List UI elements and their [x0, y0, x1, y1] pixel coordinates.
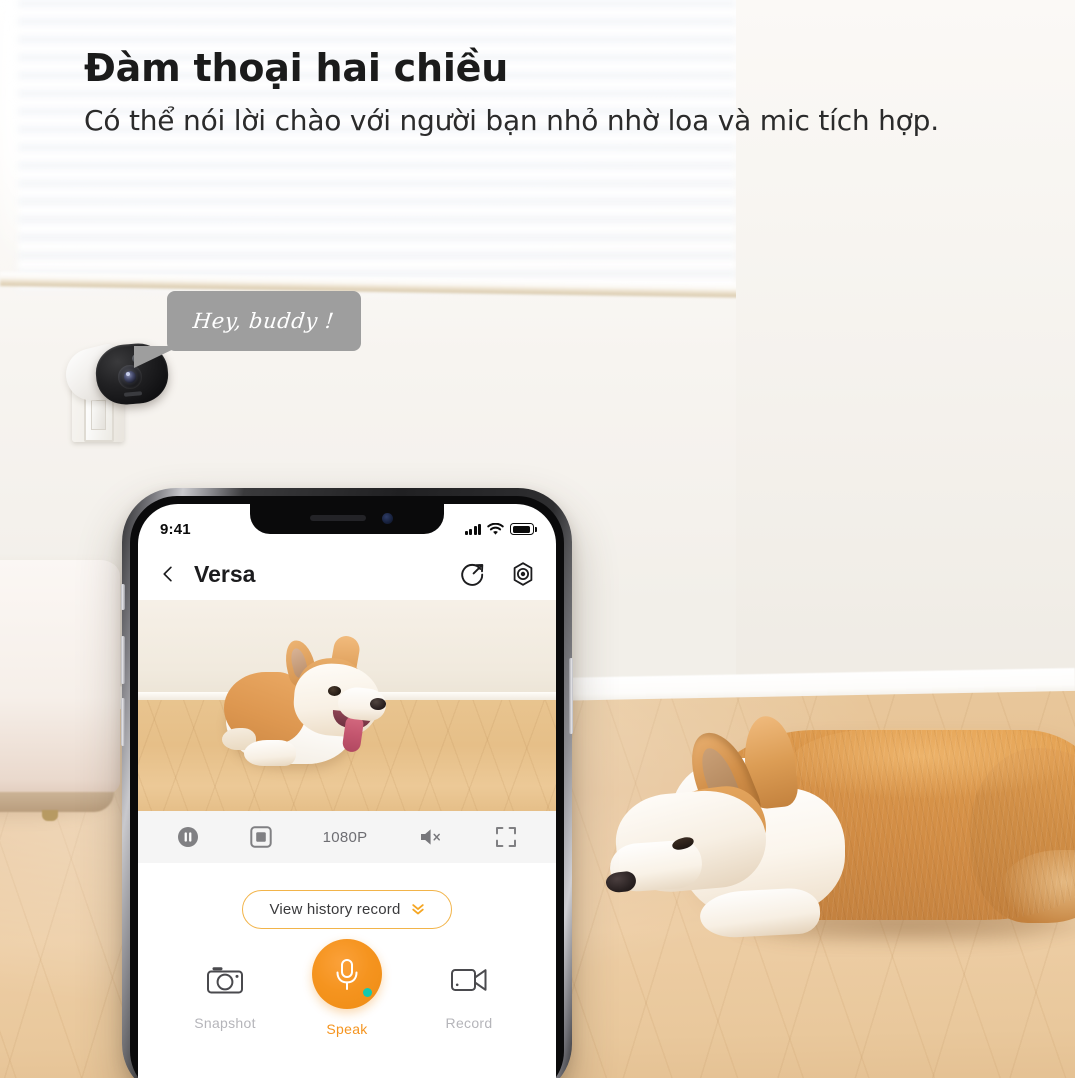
status-time: 9:41: [160, 520, 191, 538]
camera-lens-specular: [126, 372, 130, 376]
chevron-left-icon[interactable]: [158, 564, 178, 584]
battery-full-icon: [510, 523, 537, 535]
speech-bubble-text: Hey, buddy !: [192, 309, 336, 333]
app-bar: Versa: [138, 548, 556, 600]
front-camera-icon: [382, 513, 393, 524]
record-button[interactable]: Record: [421, 955, 517, 1031]
speaker-muted-icon: [421, 829, 441, 845]
phone-mockup: 9:41 Versa 1080P View history record Sna…: [121, 488, 573, 1078]
page-title: Đàm thoại hai chiều: [84, 46, 509, 90]
snapshot-button[interactable]: Snapshot: [177, 955, 273, 1031]
armchair-foot: [42, 810, 58, 821]
video-dog-nose: [370, 698, 386, 710]
live-video-feed[interactable]: [138, 600, 556, 811]
stop-square-icon: [250, 826, 272, 848]
armchair: [0, 560, 120, 810]
phone-screen: 9:41 Versa 1080P View history record Sna…: [138, 504, 556, 1078]
video-camera-icon: [451, 969, 487, 991]
phone-power-button[interactable]: [569, 658, 573, 734]
speech-bubble: Hey, buddy !: [167, 291, 361, 351]
quality-selector[interactable]: 1080P: [323, 829, 368, 846]
view-history-record-button[interactable]: View history record: [242, 889, 452, 929]
fullscreen-button[interactable]: [495, 826, 517, 848]
record-icon-wrap: [450, 955, 488, 1005]
camera-icon: [207, 967, 243, 994]
phone-mute-switch[interactable]: [121, 584, 125, 610]
pause-circle-icon: [178, 827, 199, 847]
video-corgi: [216, 634, 406, 780]
mute-button[interactable]: [418, 826, 444, 848]
corgi-dog-photo: [600, 700, 1075, 1030]
speak-button[interactable]: Speak: [299, 939, 395, 1037]
fullscreen-expand-icon: [495, 827, 516, 847]
share-rotate-icon[interactable]: [460, 561, 486, 587]
speech-bubble-tail: [134, 346, 180, 368]
window-blinds: [18, 0, 736, 290]
video-control-bar: 1080P: [138, 811, 556, 863]
video-dog-eye: [328, 686, 341, 696]
speak-label: Speak: [326, 1021, 368, 1037]
snapshot-icon-wrap: [206, 955, 244, 1005]
phone-volume-up-button[interactable]: [121, 636, 125, 684]
dog-back-highlight: [790, 728, 1075, 798]
snapshot-label: Snapshot: [194, 1015, 256, 1031]
record-label: Record: [445, 1015, 493, 1031]
earpiece-speaker: [310, 515, 366, 521]
page-subtitle: Có thể nói lời chào với người bạn nhỏ nh…: [84, 104, 939, 137]
history-button-label: View history record: [269, 900, 401, 918]
video-dog-tongue: [341, 714, 365, 754]
app-title: Versa: [194, 560, 256, 587]
action-bar: Snapshot Speak Record: [138, 939, 556, 1075]
armchair-base: [0, 792, 114, 812]
signal-bars-icon: [464, 523, 481, 535]
speak-circle: [312, 939, 382, 1009]
pause-button[interactable]: [177, 826, 199, 848]
double-chevron-down-icon: [411, 904, 424, 915]
hex-settings-icon[interactable]: [510, 561, 536, 587]
promo-page: Đàm thoại hai chiều Có thể nói lời chào …: [0, 0, 1075, 1078]
camera-mount-bracket-inner: [91, 400, 106, 430]
stop-record-button[interactable]: [250, 826, 272, 848]
speak-active-indicator: [363, 988, 372, 997]
wifi-icon: [487, 522, 504, 535]
microphone-icon: [336, 959, 358, 990]
quality-label: 1080P: [322, 828, 368, 846]
status-icons: [464, 522, 537, 536]
video-dog-paw-front: [244, 740, 296, 766]
phone-notch: [250, 504, 444, 534]
phone-volume-down-button[interactable]: [121, 698, 125, 746]
